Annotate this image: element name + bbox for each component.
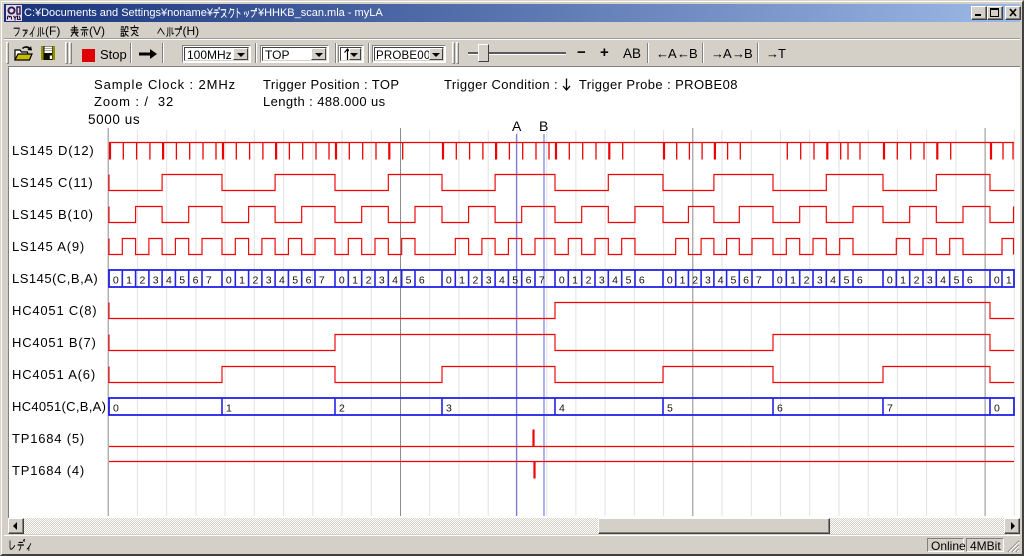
svg-text:6: 6 (857, 274, 863, 286)
svg-text:3: 3 (599, 274, 605, 286)
svg-text:0: 0 (113, 274, 119, 286)
svg-text:0: 0 (559, 274, 565, 286)
svg-text:3: 3 (705, 274, 711, 286)
svg-text:5: 5 (844, 274, 850, 286)
svg-text:3: 3 (486, 274, 492, 286)
svg-text:7: 7 (206, 274, 212, 286)
svg-text:1: 1 (459, 274, 465, 286)
svg-text:5: 5 (406, 274, 412, 286)
svg-text:0: 0 (667, 274, 673, 286)
svg-text:1: 1 (239, 274, 245, 286)
svg-text:7: 7 (887, 402, 893, 414)
svg-text:4: 4 (940, 274, 946, 286)
svg-text:3: 3 (379, 274, 385, 286)
svg-text:2: 2 (692, 274, 698, 286)
svg-text:6: 6 (526, 274, 532, 286)
svg-text:2: 2 (339, 402, 345, 414)
svg-text:4: 4 (718, 274, 724, 286)
svg-text:3: 3 (153, 274, 159, 286)
svg-text:4: 4 (830, 274, 836, 286)
svg-text:5: 5 (730, 274, 736, 286)
svg-text:7: 7 (756, 274, 762, 286)
svg-text:7: 7 (319, 274, 325, 286)
svg-text:3: 3 (446, 402, 452, 414)
svg-text:4: 4 (612, 274, 618, 286)
svg-text:1: 1 (790, 274, 796, 286)
svg-text:2: 2 (366, 274, 372, 286)
svg-text:6: 6 (639, 274, 645, 286)
svg-text:3: 3 (927, 274, 933, 286)
svg-text:3: 3 (266, 274, 272, 286)
svg-text:5: 5 (512, 274, 518, 286)
svg-text:3: 3 (817, 274, 823, 286)
svg-text:5: 5 (667, 402, 673, 414)
svg-text:5: 5 (292, 274, 298, 286)
svg-text:5: 5 (179, 274, 185, 286)
svg-text:0: 0 (446, 274, 452, 286)
svg-text:2: 2 (252, 274, 258, 286)
svg-text:4: 4 (279, 274, 285, 286)
svg-text:1: 1 (900, 274, 906, 286)
svg-text:0: 0 (777, 274, 783, 286)
svg-text:6: 6 (419, 274, 425, 286)
svg-text:1: 1 (126, 274, 132, 286)
svg-text:1: 1 (352, 274, 358, 286)
svg-text:4: 4 (392, 274, 398, 286)
svg-text:0: 0 (226, 274, 232, 286)
svg-text:1: 1 (572, 274, 578, 286)
svg-text:2: 2 (586, 274, 592, 286)
svg-text:6: 6 (967, 274, 973, 286)
svg-text:0: 0 (887, 274, 893, 286)
svg-text:0: 0 (994, 274, 1000, 286)
svg-text:6: 6 (193, 274, 199, 286)
svg-text:5: 5 (954, 274, 960, 286)
svg-text:5: 5 (626, 274, 632, 286)
svg-text:7: 7 (539, 274, 545, 286)
svg-text:4: 4 (559, 402, 565, 414)
svg-text:6: 6 (777, 402, 783, 414)
svg-text:2: 2 (472, 274, 478, 286)
svg-text:4: 4 (166, 274, 172, 286)
svg-text:2: 2 (139, 274, 145, 286)
svg-text:4: 4 (499, 274, 505, 286)
svg-text:6: 6 (306, 274, 312, 286)
svg-text:2: 2 (804, 274, 810, 286)
svg-text:0: 0 (339, 274, 345, 286)
svg-text:6: 6 (743, 274, 749, 286)
svg-text:0: 0 (113, 402, 119, 414)
svg-text:0: 0 (994, 402, 1000, 414)
svg-text:1: 1 (680, 274, 686, 286)
svg-text:2: 2 (914, 274, 920, 286)
svg-text:1: 1 (1006, 274, 1012, 286)
svg-text:1: 1 (226, 402, 232, 414)
